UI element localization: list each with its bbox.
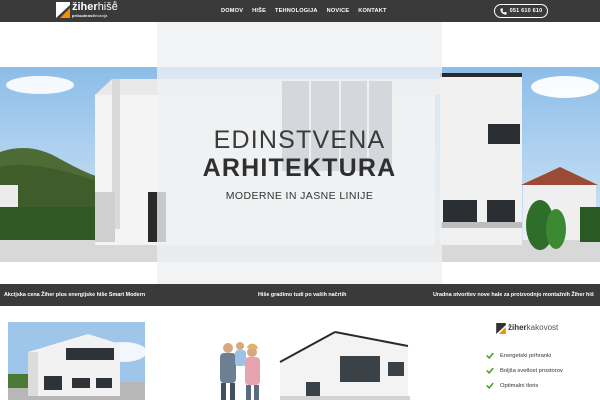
check-icon <box>486 367 494 374</box>
feature-label: Boljša svetlost prostorov <box>500 367 563 374</box>
list-item: Boljša svetlost prostorov <box>486 363 563 378</box>
announcement-link-3[interactable]: Uradna otvoritev nove hale za proizvodnj… <box>433 284 594 306</box>
hero-title-line1: EDINSTVENA <box>213 126 386 154</box>
phone-number: 051 610 610 <box>509 8 543 14</box>
logo-wordmark: žiherhiše <box>72 1 118 13</box>
announcement-link-2[interactable]: Hiše gradimo tudi po vaših načrtih <box>258 284 346 306</box>
check-icon <box>486 382 494 389</box>
main-menu: DOMOV HIŠE TEHNOLOGIJA NOVICE KONTAKT <box>221 0 396 22</box>
list-item: Energetski prihranki <box>486 348 563 363</box>
list-item: Optimalni tloris <box>486 378 563 393</box>
house-card-image-1[interactable] <box>8 322 145 400</box>
hero-section: EDINSTVENA ARHITEKTURA MODERNE IN JASNE … <box>0 22 600 284</box>
announcement-link-1[interactable]: Akcijska cena Žiher plus energijske hiše… <box>4 284 145 306</box>
logo-registered-mark: ® <box>113 1 117 7</box>
house-photo-1 <box>8 322 145 400</box>
house-card-image-2[interactable] <box>210 322 430 400</box>
nav-item-domov[interactable]: DOMOV <box>221 8 243 14</box>
nav-item-novice[interactable]: NOVICE <box>327 8 350 14</box>
logo-tagline: pribudnostbivanja <box>72 13 108 18</box>
kakovost-wordmark: žiherkakovost <box>508 323 559 332</box>
nav-item-kontakt[interactable]: KONTAKT <box>358 8 386 14</box>
nav-item-hise[interactable]: HIŠE <box>252 8 266 14</box>
brand-logo[interactable]: žiherhiše ® pribudnostbivanja <box>56 1 118 20</box>
feature-label: Energetski prihranki <box>500 352 552 359</box>
nav-item-tehnologija[interactable]: TEHNOLOGIJA <box>275 8 318 14</box>
house-family-photo <box>210 322 430 400</box>
top-navigation-bar: žiherhiše ® pribudnostbivanja DOMOV HIŠE… <box>0 0 600 22</box>
check-icon <box>486 352 494 359</box>
feature-label: Optimalni tloris <box>500 382 539 389</box>
phone-button[interactable]: 051 610 610 <box>494 4 548 18</box>
logo-mark-icon <box>496 323 506 334</box>
announcement-strip: Akcijska cena Žiher plus energijske hiše… <box>0 284 600 306</box>
phone-icon <box>499 7 507 15</box>
logo-mark-icon <box>56 2 70 18</box>
features-box: žiherkakovost Energetski prihranki Boljš… <box>474 318 600 400</box>
feature-list: Energetski prihranki Boljša svetlost pro… <box>486 348 563 393</box>
hero-subtitle: MODERNE IN JASNE LINIJE <box>225 190 374 202</box>
hero-title-line2: ARHITEKTURA <box>202 154 397 182</box>
kakovost-logo: žiherkakovost <box>496 322 576 336</box>
